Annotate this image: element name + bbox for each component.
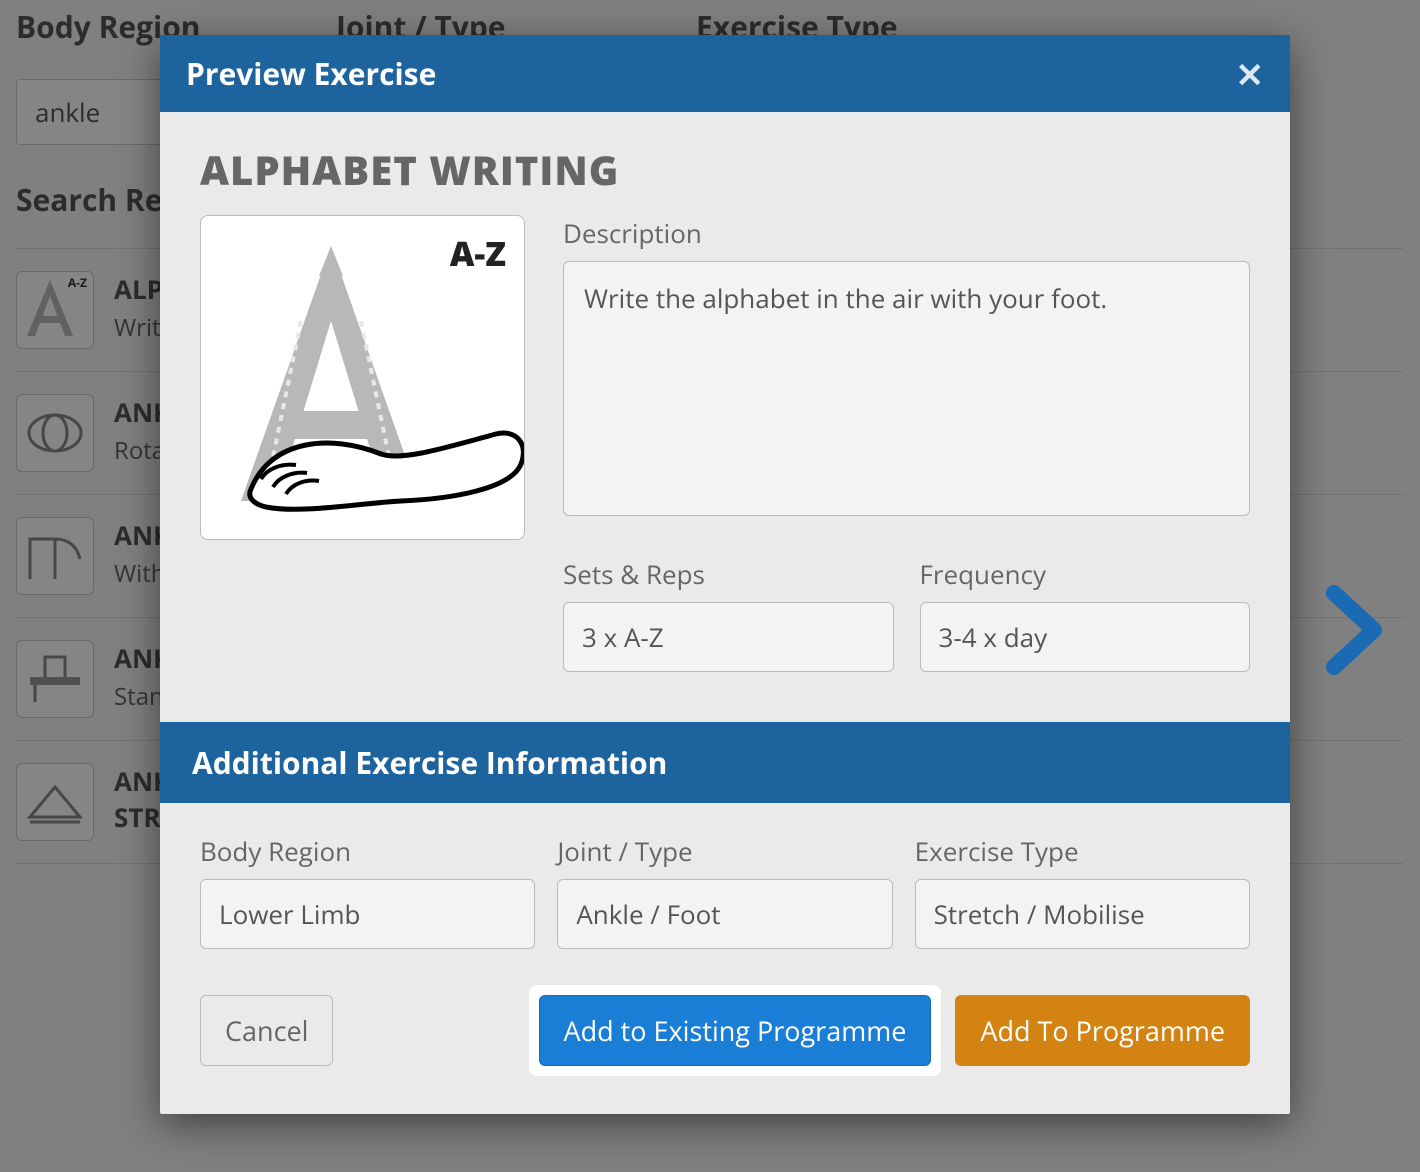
preview-exercise-modal: Preview Exercise ✕ ALPHABET WRITING A-Z	[160, 35, 1290, 1114]
exercise-type-label: Exercise Type	[915, 833, 1250, 869]
highlighted-action: Add to Existing Programme	[529, 985, 942, 1076]
add-to-existing-programme-button[interactable]: Add to Existing Programme	[539, 995, 932, 1066]
add-to-programme-button[interactable]: Add To Programme	[955, 995, 1250, 1066]
modal-title: Preview Exercise	[186, 53, 436, 94]
next-exercise-chevron-icon[interactable]	[1326, 580, 1382, 702]
exercise-title: ALPHABET WRITING	[200, 142, 1250, 197]
body-region-input[interactable]	[200, 879, 535, 949]
exercise-type-input[interactable]	[915, 879, 1250, 949]
close-icon[interactable]: ✕	[1236, 57, 1265, 91]
cancel-button[interactable]: Cancel	[200, 995, 333, 1066]
sets-reps-label: Sets & Reps	[563, 556, 894, 592]
foot-icon	[241, 379, 525, 529]
description-label: Description	[563, 215, 1250, 251]
additional-info-header: Additional Exercise Information	[160, 722, 1290, 803]
joint-type-input[interactable]	[557, 879, 892, 949]
frequency-label: Frequency	[920, 556, 1251, 592]
exercise-image-label: A-Z	[450, 230, 506, 276]
body-region-label: Body Region	[200, 833, 535, 869]
exercise-image: A-Z	[200, 215, 525, 540]
sets-reps-input[interactable]	[563, 602, 894, 672]
frequency-input[interactable]	[920, 602, 1251, 672]
joint-type-label: Joint / Type	[557, 833, 892, 869]
description-textarea[interactable]	[563, 261, 1250, 516]
modal-header: Preview Exercise ✕	[160, 35, 1290, 112]
